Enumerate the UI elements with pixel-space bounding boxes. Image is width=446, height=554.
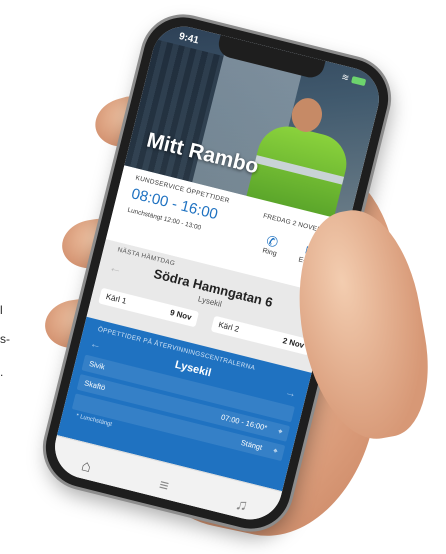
map-pin-icon: ⌖ (272, 446, 279, 456)
center-name: Sivik (88, 358, 106, 372)
background-text-fragment: s- (0, 332, 10, 346)
wifi-icon: ≋ (340, 71, 351, 84)
battery-icon (350, 76, 367, 87)
status-icons: ≋ (340, 71, 367, 88)
status-time: 9:41 (177, 30, 200, 47)
center-hours: Stängt (239, 437, 264, 452)
background-text-fragment: l (0, 303, 3, 317)
call-button[interactable]: ✆ Ring (251, 229, 291, 260)
center-name: Skaftö (83, 378, 107, 393)
bin-name: Kärl 2 (217, 320, 240, 334)
menu-icon[interactable]: ≡ (142, 473, 185, 500)
bin-date: 9 Nov (169, 308, 193, 323)
bell-icon[interactable]: ♫ (220, 492, 263, 519)
bin-name: Kärl 1 (104, 291, 128, 306)
map-pin-icon: ⌖ (276, 426, 284, 437)
background-text-fragment: . (0, 365, 4, 379)
home-icon[interactable]: ⌂ (65, 454, 108, 481)
bin-date: 2 Nov (281, 336, 306, 351)
